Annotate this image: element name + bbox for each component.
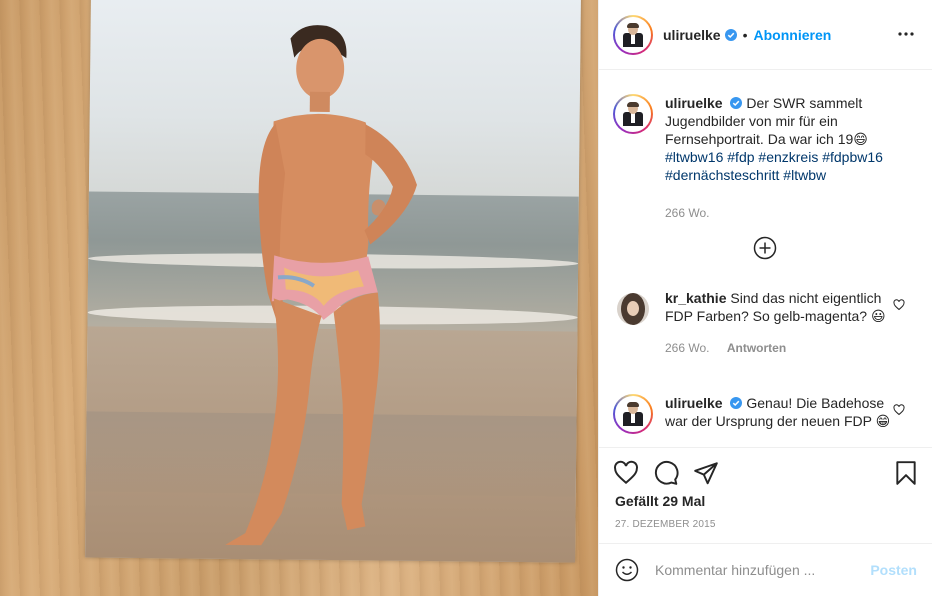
post-actions: Gefällt 29 Mal 27. DEZEMBER 2015	[599, 447, 932, 543]
post-media[interactable]	[0, 0, 598, 596]
post-side-panel: uliruelke • Abonnieren uliruelke Der SWR…	[598, 0, 932, 596]
like-heart-icon[interactable]	[613, 460, 639, 486]
commenter-avatar[interactable]	[613, 394, 653, 434]
likes-count[interactable]: Gefällt 29 Mal	[615, 493, 705, 509]
hashtag-link[interactable]: #ltwbw16	[665, 149, 723, 165]
comment-item: uliruelke Genau! Die Badehose war der Ur…	[599, 394, 932, 434]
hashtag-link[interactable]: #dernächsteschritt	[665, 167, 779, 183]
commenter-username[interactable]: uliruelke	[665, 395, 723, 411]
commenter-avatar[interactable]	[617, 293, 649, 325]
hashtag-link[interactable]: #ltwbw	[783, 167, 826, 183]
commenter-username[interactable]: kr_kathie	[665, 290, 726, 306]
caption-username[interactable]: uliruelke	[665, 95, 723, 111]
caption-age[interactable]: 266 Wo.	[665, 206, 709, 220]
verified-badge-icon	[730, 97, 743, 109]
verified-badge-icon	[724, 28, 737, 41]
author-username[interactable]: uliruelke	[663, 27, 721, 43]
follow-button[interactable]: Abonnieren	[754, 27, 832, 43]
comment-item: kr_kathie Sind das nicht eigentlich FDP …	[599, 289, 932, 357]
photo-person	[225, 25, 417, 546]
comment-input[interactable]	[655, 562, 855, 578]
post-comment-button[interactable]: Posten	[870, 562, 917, 578]
load-more-icon[interactable]	[753, 236, 777, 260]
caption-author-avatar[interactable]	[613, 94, 653, 134]
heart-icon[interactable]	[893, 299, 905, 311]
instagram-post: uliruelke • Abonnieren uliruelke Der SWR…	[0, 0, 932, 596]
hashtag-link[interactable]: #fdp	[727, 149, 754, 165]
comments-list[interactable]: uliruelke Der SWR sammelt Jugendbilder v…	[599, 71, 932, 447]
post-header: uliruelke • Abonnieren	[599, 0, 932, 70]
comment-composer: Posten	[599, 543, 932, 596]
post-caption: uliruelke Der SWR sammelt Jugendbilder v…	[599, 94, 905, 222]
verified-badge-icon	[730, 397, 743, 409]
hashtag-link[interactable]: #fdpbw16	[822, 149, 883, 165]
comment-age[interactable]: 266 Wo.	[665, 341, 709, 355]
emoji-icon[interactable]	[615, 558, 639, 582]
heart-icon[interactable]	[893, 404, 905, 416]
post-date[interactable]: 27. DEZEMBER 2015	[615, 519, 716, 530]
share-icon[interactable]	[693, 460, 719, 486]
header-separator: •	[742, 26, 748, 43]
author-avatar[interactable]	[613, 14, 653, 55]
comment-icon[interactable]	[653, 460, 679, 486]
avatar-image	[615, 396, 651, 432]
save-icon[interactable]	[893, 460, 919, 486]
hashtag-link[interactable]: #enzkreis	[758, 149, 818, 165]
avatar-image	[615, 96, 651, 132]
reply-button[interactable]: Antworten	[727, 341, 786, 355]
more-options-icon[interactable]	[896, 24, 916, 44]
post-photo	[85, 0, 581, 563]
avatar-image	[615, 16, 651, 53]
